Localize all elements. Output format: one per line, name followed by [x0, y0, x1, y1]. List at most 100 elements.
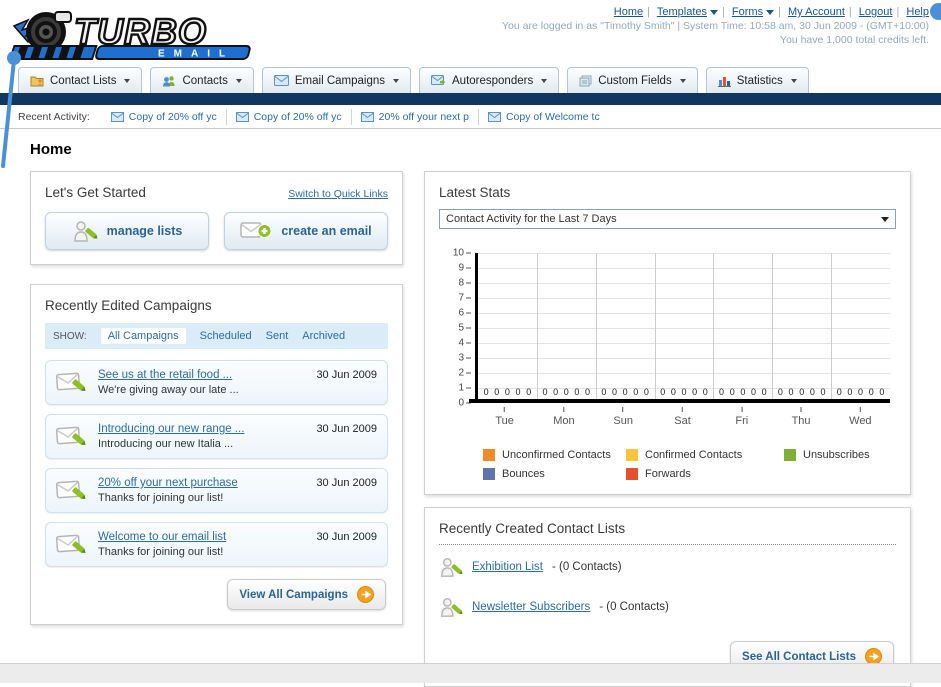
- legend-label: Unconfirmed Contacts: [502, 449, 611, 461]
- folder-contact-icon: [30, 76, 44, 86]
- y-axis-tick: 2: [458, 368, 471, 379]
- create-email-button[interactable]: create an email: [224, 212, 388, 250]
- x-axis-tick: Wed: [849, 407, 872, 427]
- bar-value-label: 0: [643, 387, 649, 397]
- contact-list-link[interactable]: Exhibition List: [472, 561, 543, 573]
- tab-statistics[interactable]: Statistics: [705, 67, 809, 93]
- v-gridline: [713, 253, 715, 399]
- chevron-down-icon: [124, 78, 131, 83]
- tab-autoresponders[interactable]: Autoresponders: [419, 67, 560, 93]
- bar-value-label: 0: [788, 387, 794, 397]
- nav-link-templates[interactable]: Templates: [657, 6, 718, 18]
- nav-link-forms[interactable]: Forms: [732, 6, 775, 18]
- bar-value-label: 0: [868, 387, 874, 397]
- tab-custom-fields[interactable]: Custom Fields: [567, 67, 698, 93]
- bar-value-label: 0: [515, 387, 521, 397]
- top-nav: Home | Templates | Forms | My Account | Logo…: [613, 6, 929, 18]
- bar-value-label: 0: [799, 387, 805, 397]
- chart-y-axis: 0 1 2 3 4 5 6 7 8 9 10: [445, 248, 471, 409]
- bar-value-label: 0: [611, 387, 617, 397]
- campaign-row[interactable]: Introducing our new range ... Introducin…: [45, 414, 388, 459]
- campaign-date: 30 Jun 2009: [316, 531, 377, 543]
- v-gridline: [831, 253, 833, 399]
- navy-divider-bar: [0, 93, 941, 105]
- campaign-date: 30 Jun 2009: [316, 369, 377, 381]
- bar-value-label: 0: [504, 387, 510, 397]
- manage-lists-button[interactable]: manage lists: [45, 212, 209, 250]
- bar-value-label: 0: [692, 387, 698, 397]
- filter-archived[interactable]: Archived: [302, 330, 345, 342]
- bar-value-label: 0: [836, 387, 842, 397]
- campaign-row[interactable]: Welcome to our email list Thanks for joi…: [45, 522, 388, 567]
- contact-list-item[interactable]: Exhibition List - (0 Contacts): [439, 545, 896, 585]
- person-pencil-icon: [441, 598, 463, 617]
- people-icon: [163, 75, 175, 86]
- contact-list-count: - (0 Contacts): [551, 561, 622, 573]
- filter-scheduled[interactable]: Scheduled: [200, 330, 252, 342]
- chevron-down-icon: [766, 9, 775, 15]
- view-all-campaigns-button[interactable]: View All Campaigns: [227, 579, 386, 610]
- get-started-panel: Let's Get Started Switch to Quick Links …: [30, 171, 403, 265]
- bar-value-label: 0: [660, 387, 666, 397]
- tab-contact-lists[interactable]: Contact Lists: [18, 67, 143, 93]
- show-label: SHOW:: [53, 330, 87, 342]
- credits-info: You have 1,000 total credits left.: [779, 34, 929, 46]
- contact-list-item[interactable]: Newsletter Subscribers - (0 Contacts): [439, 585, 896, 625]
- legend-swatch: [483, 468, 495, 480]
- legend-item: Unconfirmed Contacts: [483, 449, 626, 461]
- switch-quick-links-link[interactable]: Switch to Quick Links: [288, 188, 388, 200]
- legend-swatch: [784, 449, 796, 461]
- recent-activity-item[interactable]: 20% off your next p: [352, 108, 479, 125]
- y-axis-tick: 4: [458, 338, 471, 349]
- campaign-subtitle: Thanks for joining our list!: [98, 546, 224, 558]
- legend-swatch: [626, 468, 638, 480]
- recent-activity-item[interactable]: Copy of Welcome tc: [479, 109, 609, 125]
- contact-list-link[interactable]: Newsletter Subscribers: [472, 601, 590, 613]
- bar-value-label: 0: [494, 387, 500, 397]
- campaign-row[interactable]: 20% off your next purchase Thanks for jo…: [45, 468, 388, 513]
- h-gridline: [478, 313, 890, 314]
- campaign-title-link[interactable]: See us at the retail food ...: [98, 369, 239, 381]
- recent-activity-item[interactable]: Copy of 20% off yc: [227, 108, 352, 125]
- filter-all-campaigns[interactable]: All Campaigns: [100, 328, 186, 344]
- bar-value-label: 0: [809, 387, 815, 397]
- chevron-down-icon: [710, 9, 718, 15]
- legend-label: Unsubscribes: [803, 449, 870, 461]
- recent-activity-item[interactable]: Copy of 20% off yc: [102, 108, 227, 125]
- person-pencil-icon: [441, 558, 463, 577]
- stats-period-select[interactable]: Contact Activity for the Last 7 Days: [439, 209, 896, 229]
- bar-value-label: 0: [761, 387, 767, 397]
- y-axis-tick: 6: [458, 308, 471, 319]
- bar-value-label: 0: [483, 387, 489, 397]
- x-axis-tick: Mon: [553, 407, 575, 427]
- nav-link-my-account[interactable]: My Account: [788, 6, 845, 18]
- v-gridline: [772, 253, 774, 399]
- legend-item: Forwards: [626, 468, 784, 480]
- y-axis-tick: 7: [458, 293, 471, 304]
- svg-text:TURBO: TURBO: [74, 11, 207, 52]
- campaign-date: 30 Jun 2009: [316, 423, 377, 435]
- campaign-title-link[interactable]: Welcome to our email list: [98, 531, 226, 543]
- tab-contacts[interactable]: Contacts: [150, 67, 254, 93]
- envelope-pencil-icon: [56, 426, 86, 445]
- legend-item: Unsubscribes: [784, 449, 896, 461]
- nav-link-home[interactable]: Home: [614, 6, 643, 18]
- header: EMAIL TURBO Home | Templates | Forms | My A…: [0, 0, 941, 66]
- bar-value-group: 00000: [478, 387, 537, 397]
- v-gridline: [595, 253, 597, 399]
- campaign-title-link[interactable]: 20% off your next purchase: [98, 477, 238, 489]
- y-axis-tick: 8: [458, 278, 471, 289]
- nav-link-logout[interactable]: Logout: [859, 6, 893, 18]
- legend-label: Bounces: [502, 468, 545, 480]
- nav-link-help[interactable]: Help: [906, 6, 929, 18]
- campaign-title-link[interactable]: Introducing our new range ...: [98, 423, 244, 435]
- contact-list-count: - (0 Contacts): [599, 601, 669, 613]
- bar-value-label: 0: [670, 387, 676, 397]
- tab-email-campaigns[interactable]: Email Campaigns: [261, 67, 411, 93]
- person-pencil-icon: [73, 221, 97, 242]
- bar-value-group: 00000: [537, 387, 596, 397]
- campaign-row[interactable]: See us at the retail food ... We're givi…: [45, 360, 388, 405]
- envelope-icon: [235, 111, 249, 122]
- legend-item: Confirmed Contacts: [626, 449, 784, 461]
- filter-sent[interactable]: Sent: [266, 330, 289, 342]
